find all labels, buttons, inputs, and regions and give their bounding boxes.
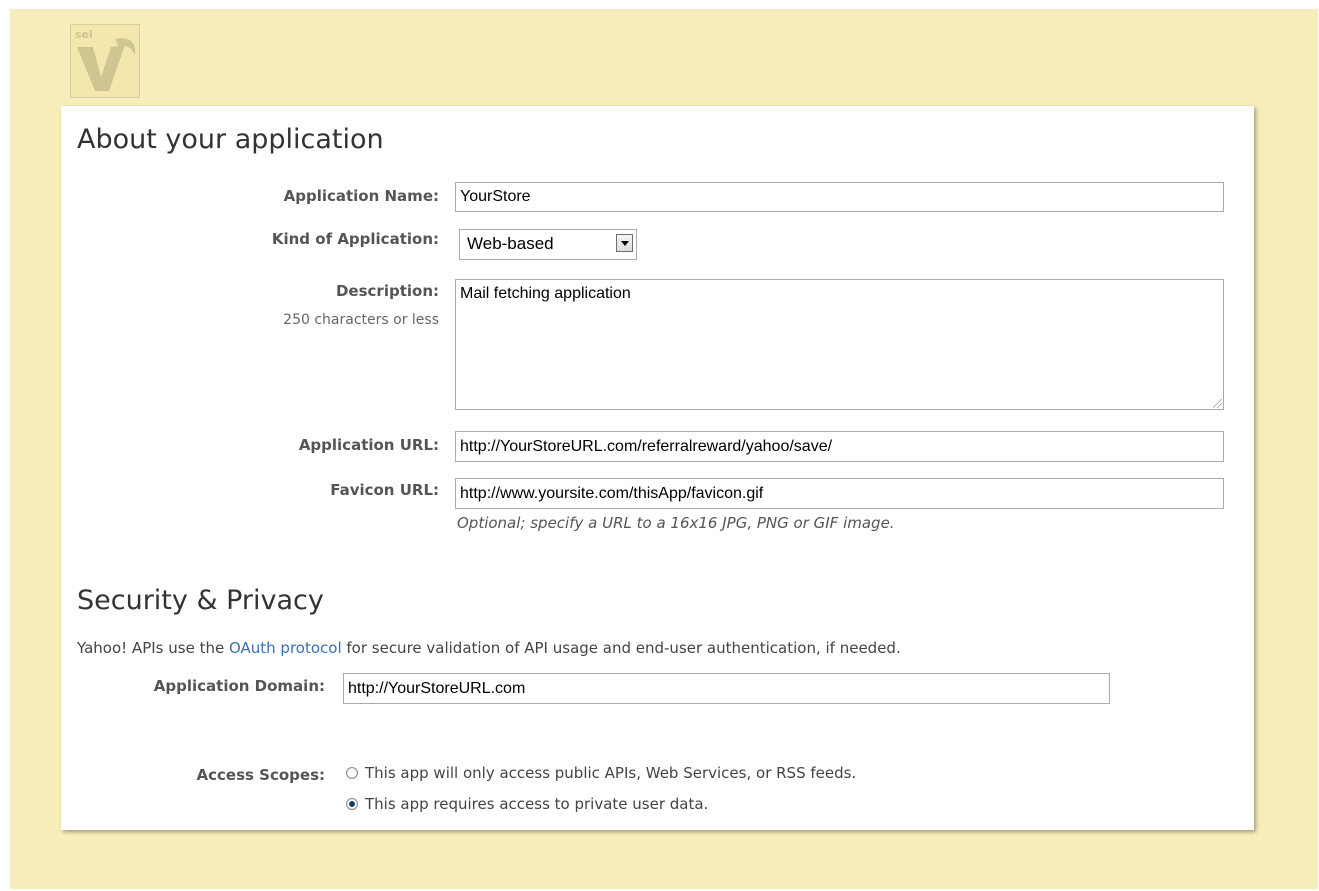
application-domain-input[interactable] — [343, 673, 1110, 704]
application-url-label: Application URL: — [298, 436, 439, 454]
description-label: Description: — [335, 282, 439, 300]
security-intro-text-end: for secure validation of API usage and e… — [341, 639, 901, 657]
chevron-down-icon[interactable] — [616, 234, 633, 252]
resize-grip-icon[interactable] — [1213, 399, 1222, 408]
kind-of-application-label: Kind of Application: — [271, 230, 439, 248]
favicon-url-input[interactable] — [455, 478, 1224, 509]
access-scope-option-public[interactable]: This app will only access public APIs, W… — [346, 764, 856, 782]
favicon-url-label: Favicon URL: — [330, 481, 439, 499]
description-sublabel: 250 characters or less — [283, 312, 439, 328]
about-heading: About your application — [77, 124, 384, 155]
security-intro: Yahoo! APIs use the OAuth protocol for s… — [77, 639, 901, 657]
kind-of-application-value: Web-based — [467, 234, 554, 253]
access-scope-option-public-label: This app will only access public APIs, W… — [365, 764, 857, 782]
oauth-protocol-link[interactable]: OAuth protocol — [229, 639, 342, 657]
security-heading: Security & Privacy — [77, 585, 324, 616]
access-scope-option-private-label: This app requires access to private user… — [365, 795, 709, 813]
application-domain-label: Application Domain: — [153, 677, 325, 695]
application-name-input[interactable] — [455, 182, 1224, 212]
access-scope-option-private[interactable]: This app requires access to private user… — [346, 795, 708, 813]
app-form-card: About your application Application Name:… — [61, 106, 1254, 830]
radio-button-public[interactable] — [346, 767, 358, 779]
svg-text:sel: sel — [75, 28, 93, 41]
application-name-label: Application Name: — [283, 187, 439, 205]
description-textarea[interactable]: Mail fetching application — [455, 279, 1224, 410]
access-scopes-label: Access Scopes: — [196, 766, 325, 784]
radio-button-private[interactable] — [346, 798, 358, 810]
logo: sel — [70, 24, 140, 98]
kind-of-application-select[interactable]: Web-based — [459, 229, 637, 260]
favicon-url-hint: Optional; specify a URL to a 16x16 JPG, … — [457, 514, 895, 532]
security-intro-text-start: Yahoo! APIs use the — [77, 639, 229, 657]
application-url-input[interactable] — [455, 431, 1224, 462]
